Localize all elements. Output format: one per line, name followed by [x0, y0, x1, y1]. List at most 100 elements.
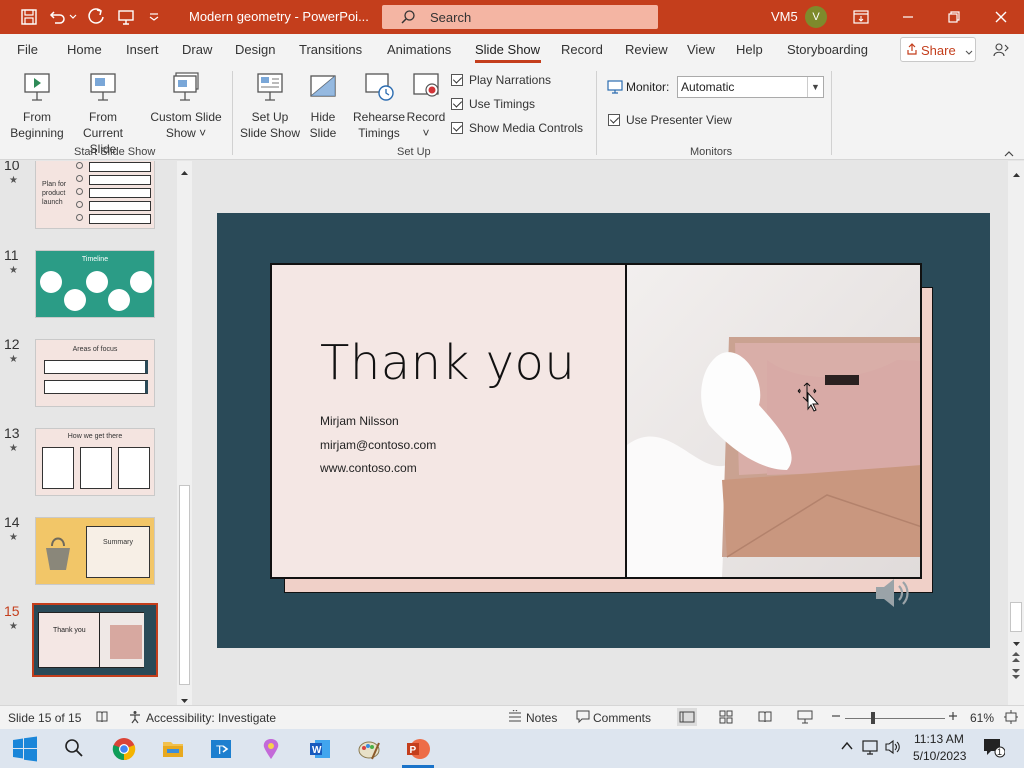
fit-slide-icon[interactable]	[1004, 710, 1018, 727]
slide-thumbnail-12[interactable]: Areas of focus	[35, 339, 155, 407]
svg-text:W: W	[312, 745, 322, 756]
spell-check-icon[interactable]	[95, 710, 109, 727]
zoom-in-icon[interactable]	[948, 709, 958, 726]
play-narrations-checkbox[interactable]: Play Narrations	[451, 73, 551, 87]
tab-file[interactable]: File	[17, 42, 38, 57]
scrollbar-thumb[interactable]	[1010, 602, 1022, 632]
slide-thumbnail-11[interactable]: Timeline	[35, 250, 155, 318]
previous-slide-icon[interactable]	[1011, 651, 1021, 666]
scroll-up-icon[interactable]	[180, 165, 189, 179]
rehearse-timings-button[interactable]: Rehearse Timings	[352, 71, 406, 141]
ribbon-display-options-icon[interactable]	[851, 7, 871, 27]
taskbar-clock-time[interactable]: 11:13 AM	[914, 732, 964, 746]
show-hidden-icons-icon[interactable]	[840, 739, 864, 763]
setup-label-1: Set Up	[251, 110, 289, 124]
slide-scrollbar[interactable]	[1008, 161, 1024, 705]
collapse-ribbon-icon[interactable]	[1004, 147, 1014, 161]
reading-view-icon[interactable]	[758, 710, 772, 727]
thumbnail-card	[118, 447, 150, 489]
presenter-name[interactable]: Mirjam Nilsson	[320, 414, 399, 428]
chrome-icon[interactable]	[112, 737, 136, 761]
normal-view-icon[interactable]	[677, 708, 697, 726]
use-timings-checkbox[interactable]: Use Timings	[451, 97, 535, 111]
thumbnail-scrollbar[interactable]	[177, 161, 192, 705]
from-current-slide-button[interactable]: From Current Slide	[68, 71, 138, 157]
slide-photo[interactable]	[625, 265, 920, 577]
presenter-email[interactable]: mirjam@contoso.com	[320, 438, 436, 452]
search-input[interactable]: Search	[382, 5, 658, 29]
customize-toolbar-icon[interactable]	[144, 7, 164, 27]
paint-icon[interactable]	[357, 737, 381, 761]
zoom-out-icon[interactable]	[831, 709, 841, 726]
tab-slide-show[interactable]: Slide Show	[475, 42, 540, 57]
monitor-dropdown[interactable]: Automatic ▼	[677, 76, 824, 98]
powerpoint-icon[interactable]: P	[405, 737, 430, 761]
tab-view[interactable]: View	[687, 42, 715, 57]
scroll-up-icon[interactable]	[1012, 167, 1021, 181]
comments-pane-icon[interactable]	[991, 40, 1011, 60]
tab-help[interactable]: Help	[736, 42, 763, 57]
comments-button[interactable]: Comments	[593, 711, 651, 725]
maps-pin-icon[interactable]	[259, 737, 283, 761]
current-slide[interactable]: Thank you Mirjam Nilsson mirjam@contoso.…	[217, 213, 990, 648]
network-icon[interactable]	[862, 739, 886, 763]
slide-show-view-icon[interactable]	[797, 710, 813, 727]
tab-design[interactable]: Design	[235, 42, 275, 57]
windows-taskbar: T W P 11:13 AM 5/10/2023 1	[0, 729, 1024, 768]
group-separator	[596, 71, 597, 155]
volume-icon[interactable]	[884, 739, 908, 763]
audio-speaker-icon[interactable]	[872, 575, 912, 614]
tab-insert[interactable]: Insert	[126, 42, 159, 57]
transition-star-icon: ★	[9, 532, 18, 543]
search-icon[interactable]	[63, 737, 87, 761]
tab-review[interactable]: Review	[625, 42, 668, 57]
tab-draw[interactable]: Draw	[182, 42, 212, 57]
slide-thumbnail-15[interactable]: Thank you	[32, 603, 158, 677]
slide-sorter-icon[interactable]	[719, 710, 733, 727]
from-beginning-button[interactable]: From Beginning	[6, 71, 68, 141]
undo-dropdown-icon[interactable]	[67, 7, 79, 27]
minimize-icon[interactable]	[898, 7, 918, 27]
notes-button[interactable]: Notes	[526, 711, 557, 725]
slide-thumbnail-14[interactable]: Summary	[35, 517, 155, 585]
tab-storyboarding[interactable]: Storyboarding	[787, 42, 868, 57]
record-button[interactable]: Record ˅	[405, 71, 447, 141]
scroll-down-icon[interactable]	[1012, 636, 1021, 650]
group-label-set-up: Set Up	[397, 146, 431, 158]
undo-icon[interactable]	[48, 7, 68, 27]
presenter-website[interactable]: www.contoso.com	[320, 461, 417, 475]
share-button[interactable]: Share	[900, 37, 976, 62]
save-icon[interactable]	[19, 7, 39, 27]
accessibility-icon[interactable]	[128, 710, 142, 727]
tab-transitions[interactable]: Transitions	[299, 42, 362, 57]
set-up-slide-show-button[interactable]: Set Up Slide Show	[238, 71, 302, 141]
word-icon[interactable]: W	[308, 737, 332, 761]
close-icon[interactable]	[991, 7, 1011, 27]
tab-home[interactable]: Home	[67, 42, 102, 57]
taskbar-clock-date[interactable]: 5/10/2023	[913, 749, 966, 763]
windows-start-icon[interactable]	[12, 736, 37, 762]
start-from-beginning-icon[interactable]	[116, 7, 136, 27]
file-explorer-icon[interactable]	[161, 737, 185, 761]
redo-icon[interactable]	[86, 7, 106, 27]
slide-thumbnail-13[interactable]: How we get there	[35, 428, 155, 496]
restore-icon[interactable]	[944, 7, 964, 27]
accessibility-status[interactable]: Accessibility: Investigate	[146, 711, 276, 725]
tab-animations[interactable]: Animations	[387, 42, 451, 57]
use-presenter-view-checkbox[interactable]: Use Presenter View	[608, 113, 732, 127]
zoom-slider-thumb[interactable]	[871, 712, 875, 724]
remote-desktop-icon[interactable]: T	[209, 737, 233, 761]
slide-thumbnail-10[interactable]: Plan for product launch	[35, 161, 155, 229]
custom-slide-show-button[interactable]: Custom Slide Show ˅	[148, 71, 224, 141]
chevron-down-icon: ▼	[807, 77, 823, 97]
avatar[interactable]: V	[805, 6, 827, 28]
scrollbar-thumb[interactable]	[179, 485, 190, 685]
zoom-level[interactable]: 61%	[970, 711, 994, 725]
zoom-slider[interactable]	[845, 718, 945, 719]
show-media-controls-checkbox[interactable]: Show Media Controls	[451, 121, 583, 135]
slide-title[interactable]: Thank you	[320, 335, 575, 391]
tab-record[interactable]: Record	[561, 42, 603, 57]
notifications-icon[interactable]	[983, 738, 1007, 762]
hide-slide-button[interactable]: Hide Slide	[302, 71, 344, 141]
next-slide-icon[interactable]	[1011, 668, 1021, 683]
